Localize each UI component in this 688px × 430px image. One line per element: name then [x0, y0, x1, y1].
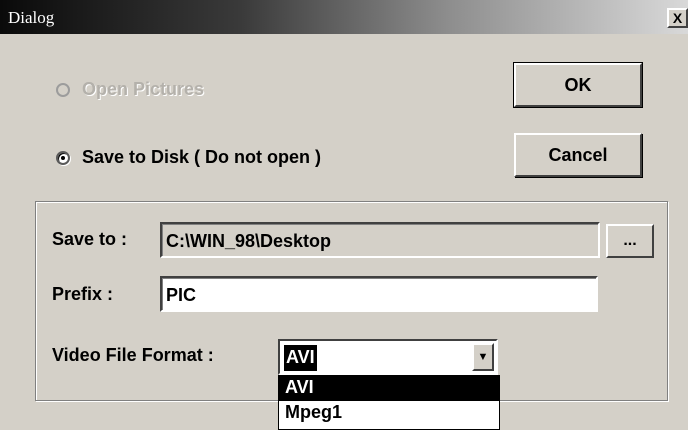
dropdown-option-avi[interactable]: AVI — [279, 376, 499, 401]
dropdown-option-mpeg1[interactable]: Mpeg1 — [279, 401, 499, 426]
radio-label-open-pictures: Open Pictures — [82, 79, 205, 99]
radio-label-save-to-disk: Save to Disk ( Do not open ) — [82, 147, 322, 167]
save-to-label: Save to : — [52, 229, 128, 249]
radio-button-save-to-disk[interactable] — [56, 150, 70, 165]
video-format-select[interactable]: AVI ▼ — [278, 339, 498, 375]
title-bar: Dialog X — [0, 0, 688, 34]
video-format-label: Video File Format : — [52, 345, 214, 365]
radio-open-pictures[interactable]: Open Pictures — [56, 79, 204, 100]
prefix-label: Prefix : — [52, 284, 114, 304]
radio-button-open-pictures[interactable] — [56, 82, 70, 97]
prefix-field[interactable]: PIC — [160, 276, 598, 312]
browse-button[interactable]: ... — [606, 224, 654, 258]
save-to-field[interactable]: C:\WIN_98\Desktop — [160, 222, 600, 258]
triangle-down-icon[interactable]: ▼ — [472, 343, 494, 371]
video-format-selected-value: AVI — [284, 345, 317, 371]
radio-save-to-disk[interactable]: Save to Disk ( Do not open ) — [56, 147, 321, 168]
close-button[interactable]: X — [667, 8, 688, 28]
video-format-dropdown-list: AVI Mpeg1 — [278, 375, 500, 430]
cancel-button[interactable]: Cancel — [514, 133, 642, 177]
dialog-window: Dialog X Open Pictures Save to Disk ( Do… — [0, 0, 688, 430]
close-icon: X — [672, 10, 683, 26]
window-title: Dialog — [8, 8, 55, 27]
ok-button[interactable]: OK — [513, 62, 643, 108]
